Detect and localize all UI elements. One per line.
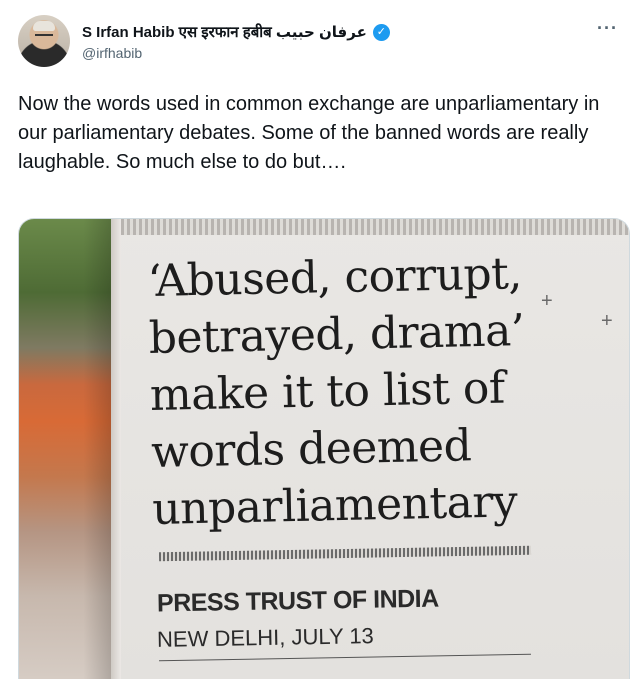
newspaper-dateline: NEW DELHI, JULY 13 [156, 623, 375, 652]
tweet-text: Now the words used in common exchange ar… [18, 93, 605, 173]
newspaper-photo-strip [19, 219, 111, 679]
author-name[interactable]: S Irfan Habib एस इरफान हबीब عرفان حبیب [82, 22, 367, 42]
more-options-icon[interactable]: ··· [597, 18, 618, 39]
verified-badge-icon: ✓ [372, 23, 390, 41]
clipping-edge [111, 219, 121, 679]
clipping-torn-top [121, 219, 629, 235]
registration-mark-icon: + [601, 310, 613, 332]
avatar-glasses [35, 34, 53, 40]
tweet-media-image[interactable]: ‘Abused, corrupt, betrayed, drama’ make … [18, 218, 630, 679]
newspaper-byline: PRESS TRUST OF INDIA [156, 584, 439, 618]
author-name-row[interactable]: S Irfan Habib एस इरफान हबीब عرفان حبیب ✓ [82, 22, 390, 42]
dateline-rule [159, 653, 531, 662]
avatar-hair [33, 21, 55, 31]
headline-hatch-rule [158, 545, 532, 562]
author-info: S Irfan Habib एस इरफान हबीब عرفان حبیب ✓… [82, 22, 390, 61]
author-handle[interactable]: @irfhabib [82, 45, 390, 61]
author-avatar[interactable] [18, 15, 70, 67]
registration-mark-icon: + [541, 290, 553, 312]
newspaper-headline: ‘Abused, corrupt, betrayed, drama’ make … [147, 247, 539, 535]
